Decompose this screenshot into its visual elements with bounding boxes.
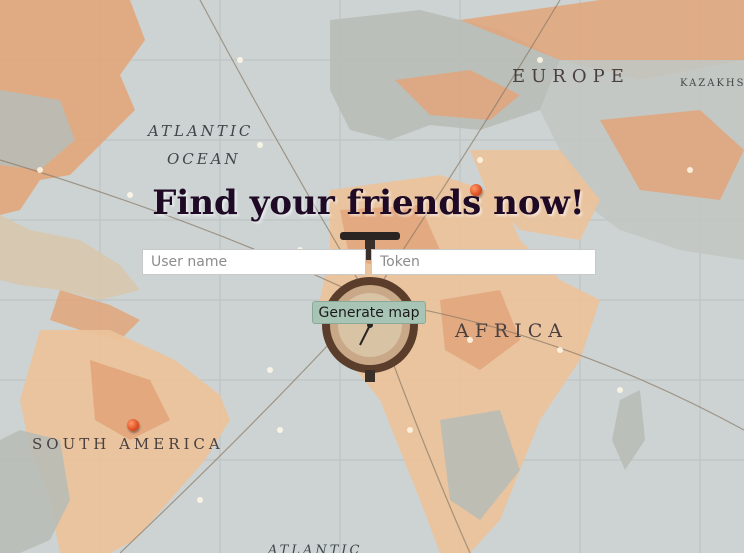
generate-map-button[interactable]: Generate map: [312, 301, 426, 324]
map-label-atlantic-bottom: ATLANTIC: [268, 543, 363, 553]
map-label-africa: AFRICA: [455, 320, 568, 342]
map-label-kazakhs: KAZAKHS: [680, 78, 744, 89]
page-title: Find your friends now!: [152, 183, 585, 223]
token-input[interactable]: [371, 249, 596, 275]
map-label-europe: EUROPE: [512, 66, 630, 87]
world-map-background: ATLANTIC OCEAN EUROPE AFRICA SOUTH AMERI…: [0, 0, 744, 553]
map-label-ocean: OCEAN: [167, 150, 241, 168]
map-label-south-america: SOUTH AMERICA: [32, 435, 224, 453]
map-label-atlantic: ATLANTIC: [148, 122, 254, 140]
username-input[interactable]: [142, 249, 366, 275]
location-pin-icon: [127, 419, 139, 431]
world-map-illustration: [0, 0, 744, 553]
